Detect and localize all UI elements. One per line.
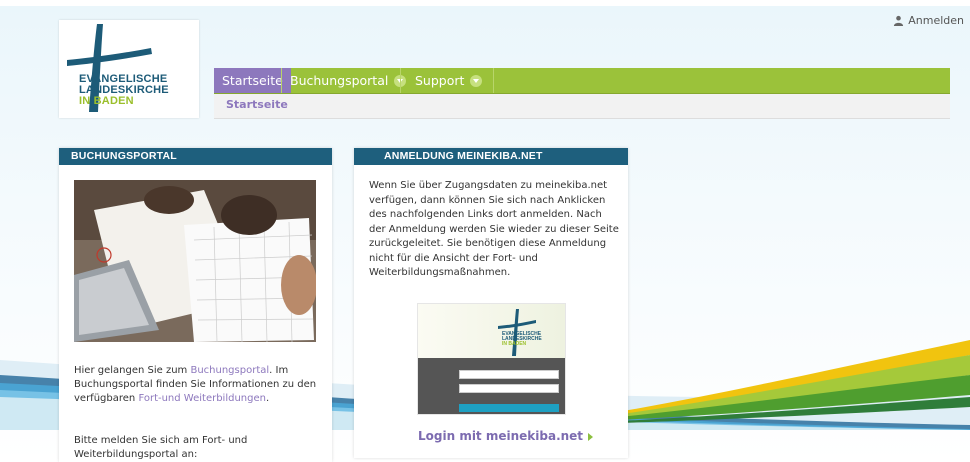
panel-title: ANMELDUNG MEINEKIBA.NET bbox=[354, 148, 628, 165]
calendar-photo bbox=[74, 180, 316, 342]
logo-text: EVANGELISCHE LANDESKIRCHE IN BADEN bbox=[502, 331, 542, 347]
breadcrumb-startseite[interactable]: Startseite bbox=[226, 98, 288, 111]
buchungsportal-text: Hier gelangen Sie zum Buchungsportal. Im… bbox=[74, 365, 317, 404]
top-strip bbox=[0, 0, 970, 6]
chevron-down-icon bbox=[470, 74, 483, 87]
preview-password-field bbox=[459, 384, 559, 393]
meinekiba-login-preview[interactable]: EVANGELISCHE LANDESKIRCHE IN BADEN bbox=[417, 303, 566, 415]
login-label: Anmelden bbox=[908, 14, 964, 27]
nav-label: Startseite bbox=[222, 73, 283, 88]
preview-submit-button bbox=[459, 404, 559, 412]
weiterbildungen-link[interactable]: Fort-und Weiterbildungen bbox=[138, 393, 266, 404]
anmeldung-panel: ANMELDUNG MEINEKIBA.NET Wenn Sie über Zu… bbox=[354, 148, 628, 458]
logo[interactable]: EVANGELISCHE LANDESKIRCHE IN BADEN bbox=[59, 20, 199, 118]
user-icon bbox=[894, 15, 904, 26]
login-link[interactable]: Anmelden bbox=[893, 14, 964, 27]
buchungsportal-panel: BUCHUNGSPORTAL Hier gelangen Sie zum Buc… bbox=[59, 148, 332, 462]
nav-item-buchungsportal[interactable]: Buchungsportal bbox=[282, 68, 414, 93]
nav-item-support[interactable]: Support bbox=[407, 68, 490, 93]
preview-form bbox=[418, 358, 565, 414]
nav-divider bbox=[493, 68, 494, 93]
nav-label: Buchungsportal bbox=[290, 73, 389, 88]
triangle-right-icon bbox=[588, 432, 594, 441]
logo-text: EVANGELISCHE LANDESKIRCHE IN BADEN bbox=[79, 73, 169, 107]
cross-logo-icon bbox=[498, 309, 536, 356]
nav-divider bbox=[400, 68, 401, 93]
nav-label: Support bbox=[415, 73, 465, 88]
preview-email-field bbox=[459, 370, 559, 379]
anmeldung-text: Wenn Sie über Zugangsdaten zu meinekiba.… bbox=[369, 180, 619, 278]
meinekiba-login-link[interactable]: Login mit meinekiba.net bbox=[418, 429, 594, 443]
nav-item-startseite[interactable]: Startseite bbox=[214, 68, 291, 93]
buchungsportal-link[interactable]: Buchungsportal bbox=[190, 365, 269, 376]
breadcrumb: Startseite bbox=[214, 94, 950, 119]
main-navigation: Startseite Buchungsportal Support bbox=[214, 68, 950, 94]
portal-login-hint: Bitte melden Sie sich am Fort- und Weite… bbox=[74, 435, 248, 460]
panel-title: BUCHUNGSPORTAL bbox=[59, 148, 332, 165]
